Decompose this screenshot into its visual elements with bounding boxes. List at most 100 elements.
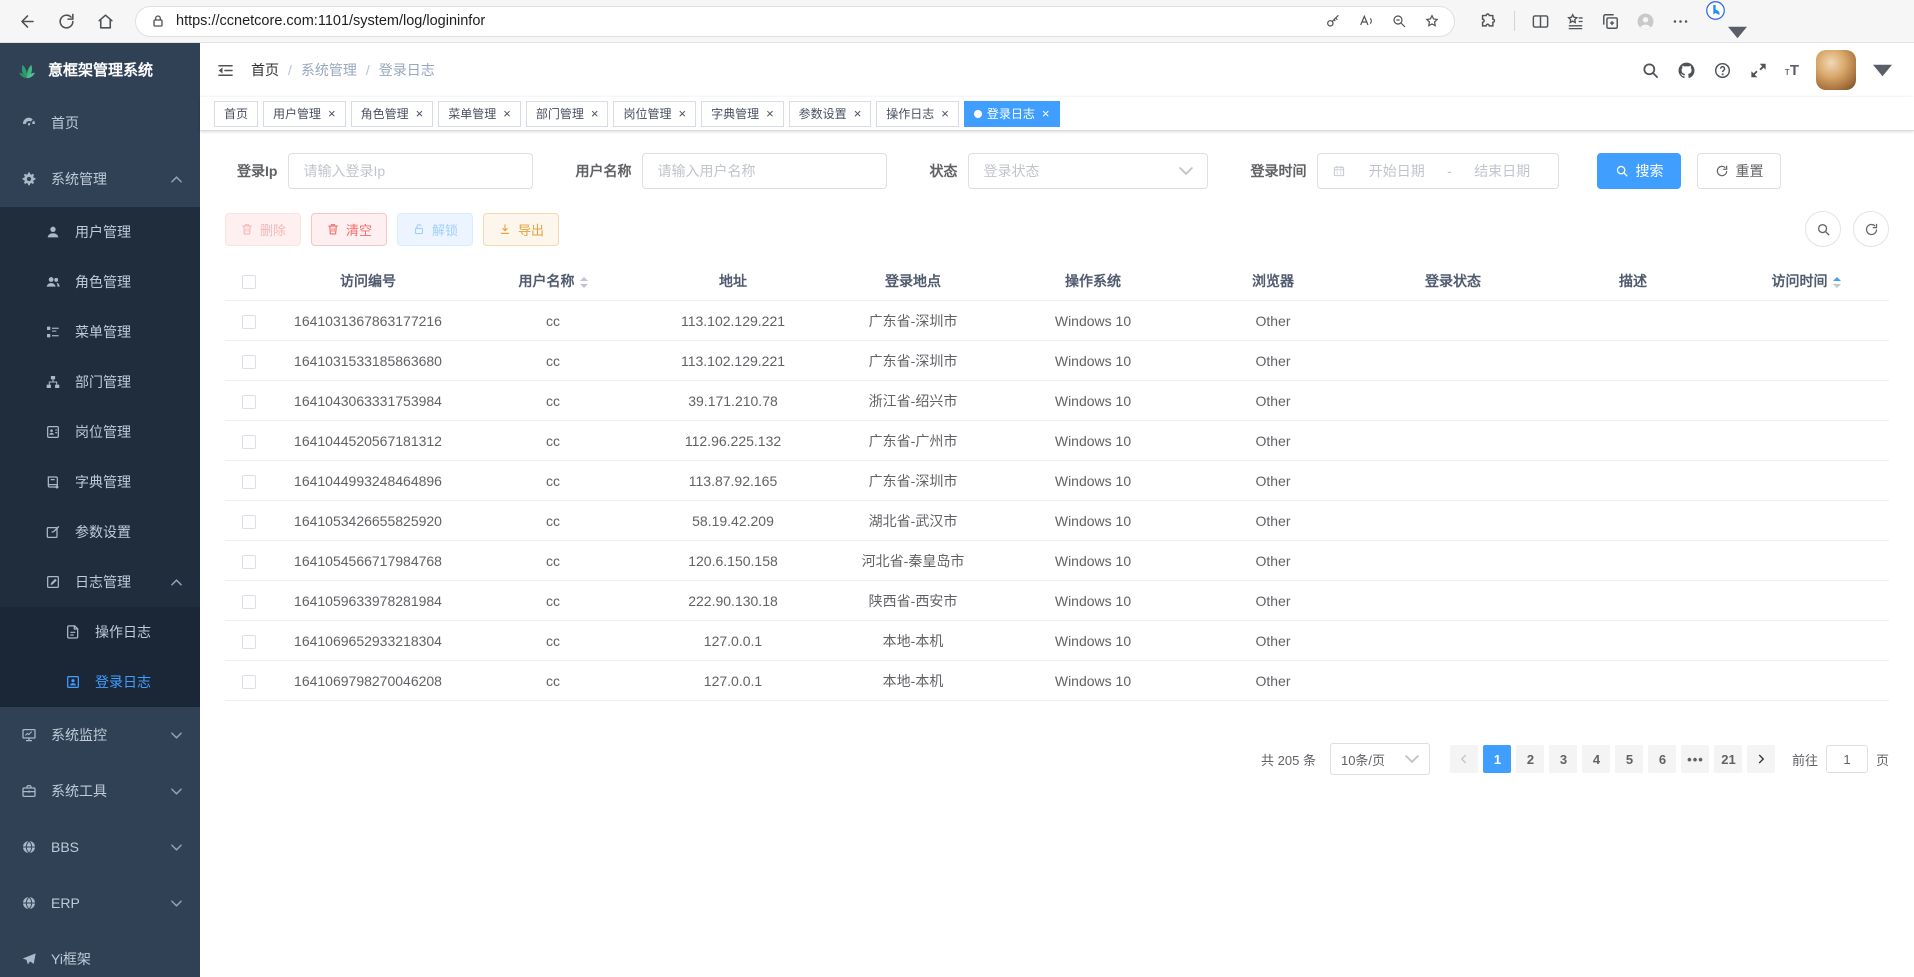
breadcrumb-item[interactable]: 首页	[251, 60, 279, 80]
status-select[interactable]: 登录状态	[968, 153, 1208, 189]
close-icon[interactable]: ×	[1040, 107, 1050, 121]
read-aloud-icon[interactable]	[1358, 13, 1374, 29]
tab-active[interactable]: 登录日志×	[964, 101, 1060, 127]
ip-filter-input[interactable]	[303, 163, 518, 179]
page-number-button[interactable]: 5	[1615, 745, 1643, 773]
sidebar-item[interactable]: 菜单管理	[0, 307, 200, 357]
zoom-out-icon[interactable]	[1391, 13, 1407, 29]
favorites-bar-icon[interactable]	[1566, 12, 1585, 31]
user-avatar[interactable]	[1816, 50, 1856, 90]
lock-icon[interactable]	[150, 13, 166, 29]
sidebar-item[interactable]: 字典管理	[0, 457, 200, 507]
row-checkbox[interactable]	[242, 635, 256, 649]
search-button[interactable]: 搜索	[1597, 153, 1681, 189]
user-filter-input[interactable]	[657, 163, 872, 179]
sidebar-item[interactable]: 用户管理	[0, 207, 200, 257]
page-number-button[interactable]: 21	[1714, 745, 1742, 773]
header-search-icon[interactable]	[1641, 61, 1660, 80]
clear-button[interactable]: 清空	[311, 213, 387, 246]
close-icon[interactable]: ×	[589, 107, 599, 121]
home-icon[interactable]	[96, 12, 115, 31]
row-checkbox[interactable]	[242, 355, 256, 369]
avatar-caret-icon[interactable]	[1873, 61, 1892, 80]
page-number-button[interactable]: 1	[1483, 745, 1511, 773]
sidebar-item[interactable]: 操作日志	[0, 607, 200, 657]
back-icon[interactable]	[18, 12, 37, 31]
fullscreen-icon[interactable]	[1749, 61, 1768, 80]
next-page-button[interactable]	[1747, 745, 1775, 773]
tab-item[interactable]: 菜单管理×	[438, 101, 521, 127]
caret-down-icon[interactable]	[1728, 23, 1747, 42]
column-header[interactable]: 用户名称	[463, 261, 643, 301]
refresh-table-button[interactable]	[1853, 211, 1889, 247]
close-icon[interactable]: ×	[501, 107, 511, 121]
close-icon[interactable]: ×	[326, 107, 336, 121]
row-checkbox[interactable]	[242, 675, 256, 689]
page-more-button[interactable]: •••	[1681, 745, 1709, 773]
refresh-icon[interactable]	[57, 12, 76, 31]
sidebar-item[interactable]: 部门管理	[0, 357, 200, 407]
sidebar-item[interactable]: 系统监控	[0, 707, 200, 763]
row-checkbox[interactable]	[242, 515, 256, 529]
page-number-button[interactable]: 2	[1516, 745, 1544, 773]
tab-item[interactable]: 参数设置×	[789, 101, 872, 127]
font-size-icon[interactable]: тT	[1785, 63, 1799, 78]
row-checkbox[interactable]	[242, 475, 256, 489]
github-icon[interactable]	[1677, 61, 1696, 80]
sidebar-item[interactable]: ERP	[0, 875, 200, 931]
reset-button[interactable]: 重置	[1697, 153, 1781, 189]
row-checkbox[interactable]	[242, 315, 256, 329]
sidebar-fold-icon[interactable]	[216, 61, 235, 80]
page-number-button[interactable]: 4	[1582, 745, 1610, 773]
page-number-button[interactable]: 3	[1549, 745, 1577, 773]
password-key-icon[interactable]	[1325, 13, 1341, 29]
app-logo[interactable]: 意框架管理系统	[0, 43, 200, 95]
sidebar-item[interactable]: 系统管理	[0, 151, 200, 207]
sort-caret-icon[interactable]	[580, 277, 588, 288]
tab-item[interactable]: 部门管理×	[526, 101, 609, 127]
column-header[interactable]: 访问时间	[1723, 261, 1889, 301]
tab-item[interactable]: 用户管理×	[263, 101, 346, 127]
date-range-picker[interactable]: 开始日期 - 结束日期	[1317, 153, 1559, 189]
address-bar[interactable]: https://ccnetcore.com:1101/system/log/lo…	[135, 6, 1455, 37]
row-checkbox[interactable]	[242, 435, 256, 449]
page-number-button[interactable]: 6	[1648, 745, 1676, 773]
sidebar-item[interactable]: 系统工具	[0, 763, 200, 819]
tab-item[interactable]: 字典管理×	[701, 101, 784, 127]
split-screen-icon[interactable]	[1531, 12, 1550, 31]
sidebar-item[interactable]: 登录日志	[0, 657, 200, 707]
help-icon[interactable]	[1713, 61, 1732, 80]
tab-item[interactable]: 操作日志×	[876, 101, 959, 127]
row-checkbox[interactable]	[242, 395, 256, 409]
select-all-checkbox[interactable]	[242, 275, 256, 289]
sidebar-item[interactable]: 角色管理	[0, 257, 200, 307]
row-checkbox[interactable]	[242, 595, 256, 609]
bing-copilot-icon[interactable]	[1706, 1, 1725, 20]
row-checkbox[interactable]	[242, 555, 256, 569]
favorites-star-icon[interactable]	[1424, 13, 1440, 29]
sort-caret-icon[interactable]	[1833, 277, 1841, 288]
unlock-button[interactable]: 解锁	[397, 213, 473, 246]
sidebar-item[interactable]: Yi框架	[0, 931, 200, 977]
close-icon[interactable]: ×	[414, 107, 424, 121]
sidebar-item[interactable]: 参数设置	[0, 507, 200, 557]
sidebar-item[interactable]: 首页	[0, 95, 200, 151]
sidebar-item[interactable]: BBS	[0, 819, 200, 875]
tab-item[interactable]: 首页	[214, 101, 258, 127]
tab-item[interactable]: 岗位管理×	[613, 101, 696, 127]
prev-page-button[interactable]	[1450, 745, 1478, 773]
page-size-select[interactable]: 10条/页	[1330, 743, 1430, 775]
tab-item[interactable]: 角色管理×	[351, 101, 434, 127]
close-icon[interactable]: ×	[852, 107, 862, 121]
delete-button[interactable]: 删除	[225, 213, 301, 246]
more-options-icon[interactable]	[1671, 12, 1690, 31]
browser-profile-icon[interactable]	[1636, 12, 1655, 31]
show-search-button[interactable]	[1805, 211, 1841, 247]
close-icon[interactable]: ×	[764, 107, 774, 121]
sidebar-item[interactable]: 岗位管理	[0, 407, 200, 457]
close-icon[interactable]: ×	[939, 107, 949, 121]
extensions-icon[interactable]	[1479, 12, 1498, 31]
goto-page-input[interactable]	[1826, 745, 1868, 773]
breadcrumb-item[interactable]: 系统管理	[301, 60, 357, 80]
export-button[interactable]: 导出	[483, 213, 559, 246]
